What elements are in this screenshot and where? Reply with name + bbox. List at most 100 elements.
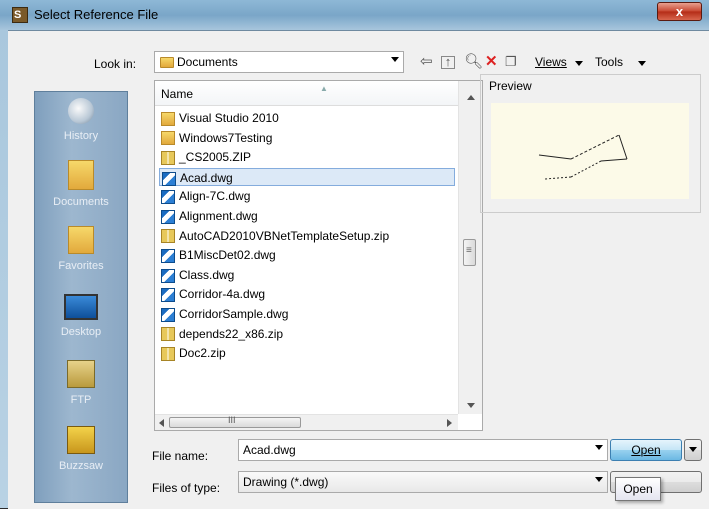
file-list-item[interactable]: Alignment.dwg: [159, 207, 455, 225]
open-button[interactable]: Open: [610, 439, 682, 461]
file-name: depends22_x86.zip: [179, 326, 284, 341]
places-bar: History Documents Favorites Desktop FTP …: [34, 91, 128, 503]
favorites-icon: [68, 226, 94, 254]
file-name-input[interactable]: Acad.dwg: [238, 439, 608, 461]
file-list-item[interactable]: depends22_x86.zip: [159, 325, 455, 343]
file-list-item[interactable]: Windows7Testing: [159, 129, 455, 147]
place-favorites[interactable]: Favorites: [35, 226, 127, 272]
new-folder-icon[interactable]: ❐: [505, 53, 517, 71]
look-in-value: Documents: [177, 55, 238, 69]
place-label: Documents: [53, 196, 109, 208]
dwg-file-icon: [161, 249, 175, 264]
dwg-file-icon: [161, 190, 175, 205]
file-name: Class.dwg: [179, 267, 235, 282]
file-name: CorridorSample.dwg: [179, 307, 289, 321]
preview-panel: Preview: [480, 74, 701, 213]
scroll-up-icon[interactable]: [467, 95, 475, 100]
file-list-item[interactable]: Corridor-4a.dwg: [159, 285, 455, 303]
file-name: Acad.dwg: [180, 170, 233, 185]
horizontal-scroll-thumb[interactable]: III: [169, 415, 301, 428]
preview-label: Preview: [489, 79, 532, 93]
folder-file-icon: [161, 131, 175, 146]
column-name-label: Name: [161, 87, 194, 101]
file-list-item[interactable]: Acad.dwg: [159, 167, 455, 186]
chevron-down-icon[interactable]: [595, 445, 603, 450]
chevron-down-icon: [595, 477, 603, 482]
preview-image: [491, 103, 689, 199]
dwg-file-icon: [161, 288, 175, 303]
scroll-down-icon[interactable]: [467, 403, 475, 408]
file-list-item[interactable]: Align-7C.dwg: [159, 187, 455, 205]
file-list-item[interactable]: Class.dwg: [159, 266, 455, 284]
up-folder-icon[interactable]: ↑: [441, 55, 455, 69]
folder-icon: [160, 57, 174, 68]
dialog-window: S Select Reference File x Look in: Docum…: [0, 0, 709, 509]
place-ftp[interactable]: FTP: [35, 360, 127, 406]
file-list-item[interactable]: AutoCAD2010VBNetTemplateSetup.zip: [159, 227, 455, 245]
place-label: Buzzsaw: [58, 460, 104, 472]
place-label: Favorites: [58, 260, 104, 272]
file-list-item[interactable]: CorridorSample.dwg: [159, 305, 455, 323]
buzzsaw-icon: [67, 426, 95, 454]
ftp-icon: [67, 360, 95, 388]
dwg-file-icon: [161, 209, 175, 224]
file-name-value: Acad.dwg: [243, 443, 296, 457]
column-header-name[interactable]: Name ▲: [155, 81, 458, 106]
dwg-file-icon: [161, 268, 175, 283]
open-options-button[interactable]: [684, 439, 702, 461]
views-menu[interactable]: Views: [535, 55, 567, 69]
file-name-label: File name:: [152, 449, 209, 463]
file-list-item[interactable]: Visual Studio 2010: [159, 109, 455, 127]
zip-file-icon: [161, 347, 175, 362]
tools-menu[interactable]: Tools: [595, 55, 623, 69]
place-buzzsaw[interactable]: Buzzsaw: [35, 426, 127, 472]
place-label: History: [63, 130, 99, 142]
zip-file-icon: [161, 327, 175, 342]
file-name: _CS2005.ZIP: [179, 150, 252, 165]
folder-file-icon: [161, 111, 175, 126]
search-web-icon[interactable]: 🔍︎: [464, 53, 483, 71]
file-type-dropdown[interactable]: Drawing (*.dwg): [238, 471, 608, 493]
desktop-icon: [64, 294, 98, 320]
file-list-item[interactable]: B1MiscDet02.dwg: [159, 246, 455, 264]
dwg-file-icon: [161, 307, 175, 322]
file-name: Windows7Testing: [179, 130, 273, 145]
file-type-value: Drawing (*.dwg): [243, 475, 329, 489]
look-in-dropdown[interactable]: Documents: [154, 51, 404, 73]
scroll-right-icon[interactable]: [447, 419, 452, 427]
file-name: Corridor-4a.dwg: [179, 287, 266, 302]
window-title: Select Reference File: [34, 7, 159, 22]
file-type-label: Files of type:: [152, 481, 221, 495]
place-desktop[interactable]: Desktop: [35, 294, 127, 338]
dialog-content: Look in: Documents ⇦ ↑ 🔍︎ ✕ ❐ Views Tool…: [8, 30, 709, 509]
open-tooltip: Open: [615, 477, 661, 501]
close-button[interactable]: x: [657, 2, 702, 21]
file-name: B1MiscDet02.dwg: [179, 248, 276, 263]
file-name: AutoCAD2010VBNetTemplateSetup.zip: [179, 228, 390, 243]
views-dropdown-icon[interactable]: [575, 61, 583, 66]
back-icon[interactable]: ⇦: [420, 53, 433, 71]
delete-icon[interactable]: ✕: [485, 53, 498, 71]
place-history[interactable]: History: [35, 94, 127, 142]
file-list-item[interactable]: Doc2.zip: [159, 344, 455, 362]
file-list-item[interactable]: _CS2005.ZIP: [159, 148, 455, 166]
vertical-grip: ≡: [466, 245, 472, 256]
horizontal-scrollbar[interactable]: III: [155, 414, 458, 430]
app-icon: S: [12, 7, 28, 23]
documents-icon: [68, 160, 94, 190]
file-name: Alignment.dwg: [179, 209, 258, 223]
history-icon: [68, 98, 94, 124]
sort-ascending-icon: ▲: [320, 84, 328, 93]
chevron-down-icon: [689, 447, 697, 452]
scroll-left-icon[interactable]: [159, 419, 164, 427]
place-label: FTP: [70, 394, 92, 406]
vertical-scroll-thumb[interactable]: ≡: [463, 239, 476, 266]
file-name: Doc2.zip: [179, 346, 226, 361]
tools-dropdown-icon[interactable]: [638, 61, 646, 66]
file-list[interactable]: Name ▲ Visual Studio 2010 Windows7Testing…: [154, 80, 483, 431]
horizontal-grip: III: [228, 415, 236, 425]
dwg-file-icon: [162, 171, 176, 186]
place-documents[interactable]: Documents: [35, 160, 127, 208]
place-label: Desktop: [60, 326, 102, 338]
title-bar[interactable]: S Select Reference File x: [0, 0, 709, 30]
